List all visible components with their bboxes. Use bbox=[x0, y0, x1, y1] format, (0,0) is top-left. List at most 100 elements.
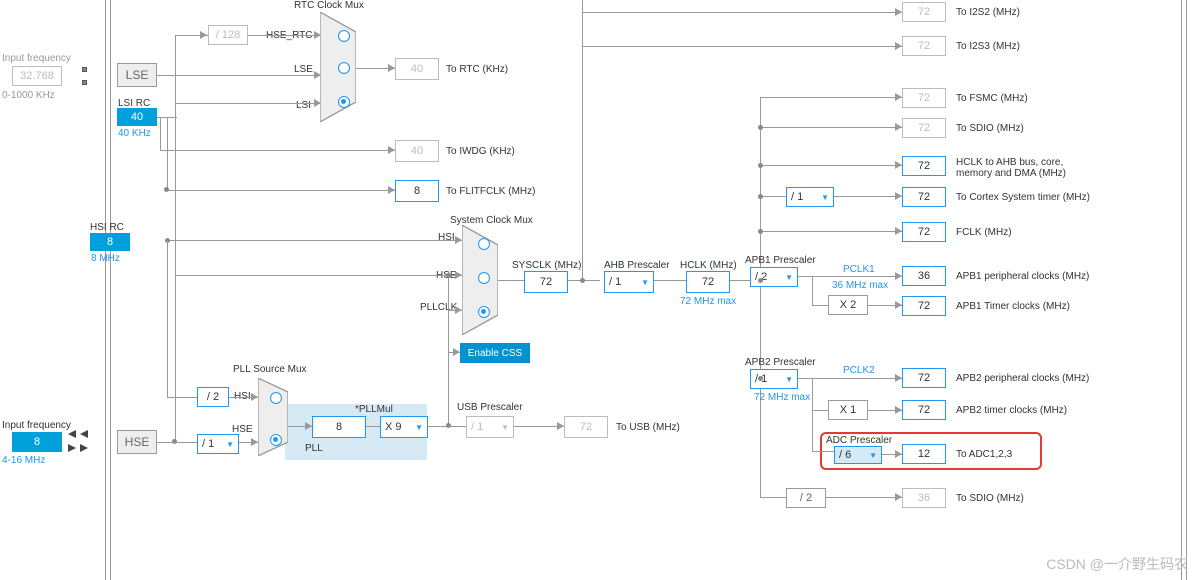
ahb-label: AHB Prescaler bbox=[604, 260, 670, 271]
lse-range: 0-1000 KHz bbox=[2, 90, 55, 101]
conn-lse bbox=[82, 67, 88, 85]
sdio-val: 72 bbox=[902, 118, 946, 138]
hclk-value: 72 bbox=[686, 271, 730, 293]
sys-hsi: HSI bbox=[438, 232, 455, 243]
apb1-label: APB1 Prescaler bbox=[745, 255, 816, 266]
fclk-val: 72 bbox=[902, 222, 946, 242]
adc-val: 12 bbox=[902, 444, 946, 464]
pclk2-lbl: PCLK2 bbox=[843, 365, 875, 376]
hse-presc-select[interactable]: / 1 ▼ bbox=[197, 434, 239, 454]
usb-out: 72 bbox=[564, 416, 608, 438]
apb1-select[interactable]: / 2▼ bbox=[750, 267, 798, 287]
hse-box: HSE bbox=[117, 430, 157, 454]
pclk1-max: 36 MHz max bbox=[832, 280, 888, 291]
pllmul-label: *PLLMul bbox=[355, 404, 393, 415]
pll-mux-title: PLL Source Mux bbox=[233, 364, 307, 375]
apb1-periph-lbl: APB1 peripheral clocks (MHz) bbox=[956, 271, 1089, 282]
usb-out-label: To USB (MHz) bbox=[616, 422, 680, 433]
sdio2-val: 36 bbox=[902, 488, 946, 508]
rtc-out-label: To RTC (KHz) bbox=[446, 64, 508, 75]
chevron-down-icon: ▼ bbox=[869, 451, 877, 460]
flitf-label: To FLITFCLK (MHz) bbox=[446, 186, 535, 197]
pclk1-lbl: PCLK1 bbox=[843, 264, 875, 275]
lse-box: LSE bbox=[117, 63, 157, 87]
chevron-down-icon: ▼ bbox=[226, 440, 234, 449]
hclkahb-val: 72 bbox=[902, 156, 946, 176]
iwdg-value: 40 bbox=[395, 140, 439, 162]
cortex-lbl: To Cortex System timer (MHz) bbox=[956, 192, 1090, 203]
usb-presc-val: / 1 bbox=[471, 421, 483, 433]
apb1-periph-val: 36 bbox=[902, 266, 946, 286]
apb1-timer-lbl: APB1 Timer clocks (MHz) bbox=[956, 301, 1070, 312]
sdio2-lbl: To SDIO (MHz) bbox=[956, 493, 1024, 504]
lse-label: Input frequency bbox=[2, 53, 71, 64]
hsi-div2: / 2 bbox=[197, 387, 229, 407]
sysclk-value[interactable]: 72 bbox=[524, 271, 568, 293]
pclk2-max: 72 MHz max bbox=[754, 392, 810, 403]
rtc-mux-hse[interactable] bbox=[338, 30, 350, 42]
apb2-timer-mul: X 1 bbox=[828, 400, 868, 420]
rtc-lse-label: LSE bbox=[294, 64, 313, 75]
hclkahb-l1: HCLK to AHB bus, core, bbox=[956, 157, 1063, 168]
hclk-label: HCLK (MHz) bbox=[680, 260, 737, 271]
lse-input[interactable]: 32.768 bbox=[12, 66, 62, 86]
apb2-periph-val: 72 bbox=[902, 368, 946, 388]
hse-label: Input frequency bbox=[2, 420, 71, 431]
usb-presc-select[interactable]: / 1 ▼ bbox=[466, 416, 514, 438]
apb2-periph-lbl: APB2 peripheral clocks (MHz) bbox=[956, 373, 1089, 384]
adc-presc-label: ADC Prescaler bbox=[826, 435, 892, 446]
hclk-max: 72 MHz max bbox=[680, 296, 736, 307]
lsi-unit: 40 KHz bbox=[118, 128, 151, 139]
hse-range: 4-16 MHz bbox=[2, 455, 45, 466]
pll-mux-hse[interactable] bbox=[270, 434, 282, 446]
hclkahb-l2: memory and DMA (MHz) bbox=[956, 168, 1066, 179]
chevron-down-icon: ▼ bbox=[821, 193, 829, 202]
ahb-select[interactable]: / 1▼ bbox=[604, 271, 654, 293]
enable-css-btn[interactable]: Enable CSS bbox=[460, 343, 530, 363]
flitf-value: 8 bbox=[395, 180, 439, 202]
i2s2-lbl: To I2S2 (MHz) bbox=[956, 7, 1020, 18]
hsi-unit: 8 MHz bbox=[91, 253, 120, 264]
fclk-lbl: FCLK (MHz) bbox=[956, 227, 1012, 238]
hsi-value: 8 bbox=[90, 233, 130, 251]
rtc-lsi-label: LSI bbox=[296, 100, 311, 111]
chevron-down-icon: ▼ bbox=[785, 375, 793, 384]
sys-mux-pll[interactable] bbox=[478, 306, 490, 318]
sys-mux-hse[interactable] bbox=[478, 272, 490, 284]
apb2-timer-lbl: APB2 timer clocks (MHz) bbox=[956, 405, 1067, 416]
rtc-mux-lsi[interactable] bbox=[338, 96, 350, 108]
chevron-down-icon: ▼ bbox=[501, 423, 509, 432]
sys-mux-hsi[interactable] bbox=[478, 238, 490, 250]
pll-mux-hsi[interactable] bbox=[270, 392, 282, 404]
watermark: CSDN @一介野生码农 bbox=[1046, 554, 1188, 574]
sys-pllclk: PLLCLK bbox=[420, 302, 457, 313]
pll-label: PLL bbox=[305, 443, 323, 454]
i2s3-lbl: To I2S3 (MHz) bbox=[956, 41, 1020, 52]
hse-input[interactable]: 8 bbox=[12, 432, 62, 452]
i2s3-val: 72 bbox=[902, 36, 946, 56]
pllmul-select[interactable]: X 9 ▼ bbox=[380, 416, 428, 438]
i2s2-val: 72 bbox=[902, 2, 946, 22]
pll-hse: HSE bbox=[232, 424, 253, 435]
sysclk-label: SYSCLK (MHz) bbox=[512, 260, 581, 271]
fsmc-val: 72 bbox=[902, 88, 946, 108]
hsi-rc-label: HSI RC bbox=[90, 222, 124, 233]
hse-presc-val: / 1 bbox=[202, 438, 214, 450]
lsi-value: 40 bbox=[117, 108, 157, 126]
hse-div128: / 128 bbox=[208, 25, 248, 45]
pllmul-val: X 9 bbox=[385, 421, 402, 433]
apb2-label: APB2 Prescaler bbox=[745, 357, 816, 368]
cortex-presc[interactable]: / 1▼ bbox=[786, 187, 834, 207]
ahb-val: / 1 bbox=[609, 276, 621, 288]
sdio-lbl: To SDIO (MHz) bbox=[956, 123, 1024, 134]
chevron-down-icon: ▼ bbox=[415, 423, 423, 432]
adc-presc-val: / 6 bbox=[839, 449, 851, 461]
adc-presc-select[interactable]: / 6 ▼ bbox=[834, 446, 882, 464]
apb1-timer-val: 72 bbox=[902, 296, 946, 316]
rtc-mux-lse[interactable] bbox=[338, 62, 350, 74]
rtc-mux-title: RTC Clock Mux bbox=[294, 0, 364, 11]
usb-presc-label: USB Prescaler bbox=[457, 402, 523, 413]
rtc-value: 40 bbox=[395, 58, 439, 80]
cortex-val: 72 bbox=[902, 187, 946, 207]
bidir-icon bbox=[68, 427, 108, 458]
